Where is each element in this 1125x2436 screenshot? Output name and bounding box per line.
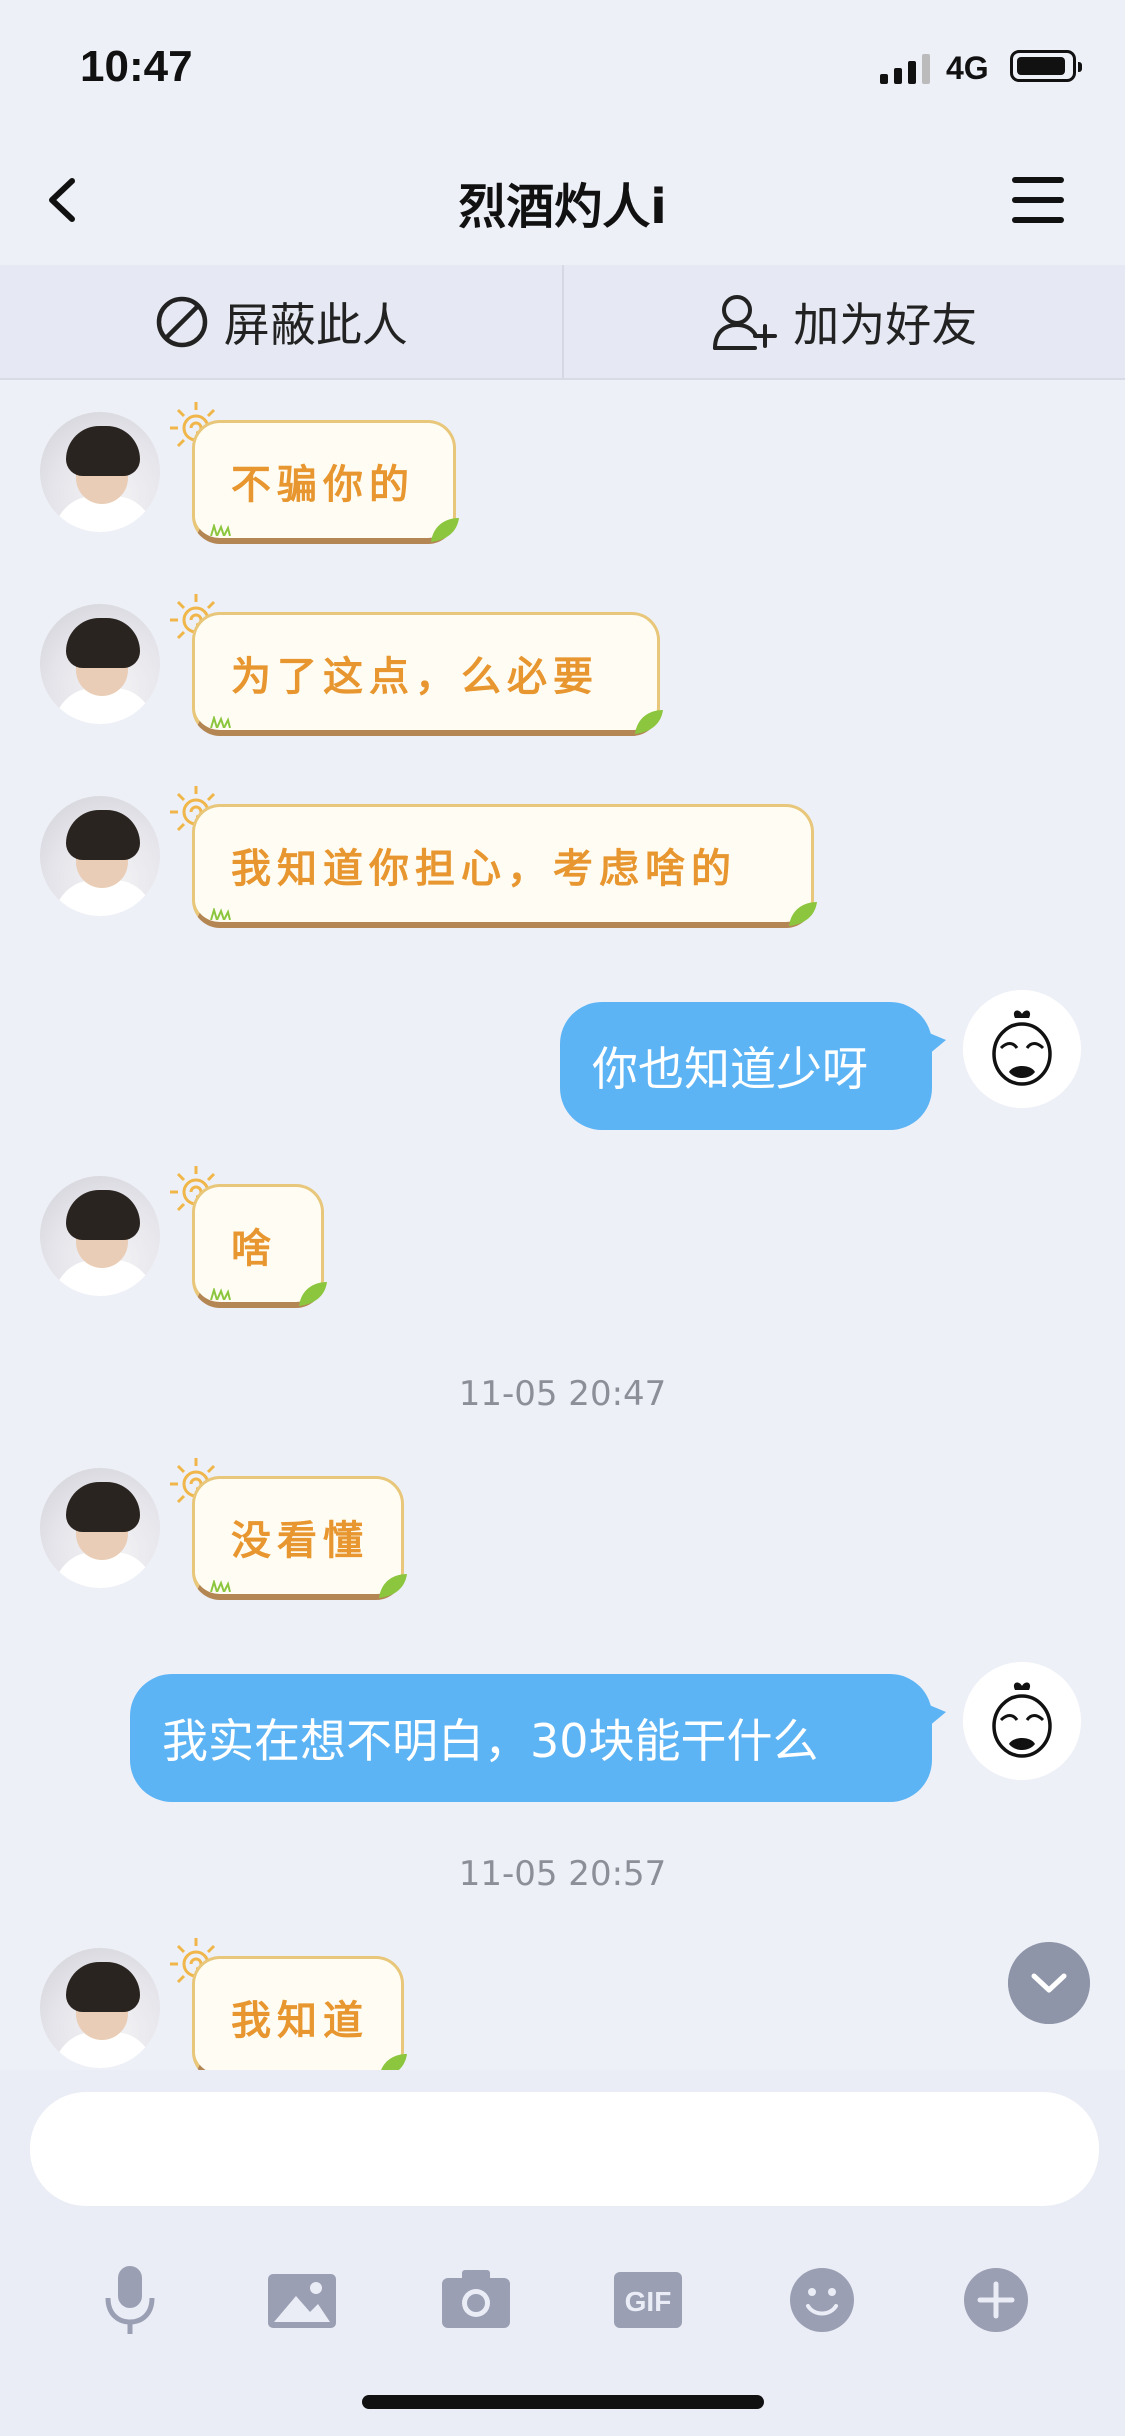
contact-avatar[interactable]: [40, 1176, 160, 1296]
contact-avatar[interactable]: [40, 796, 160, 916]
grass-icon: [210, 1580, 231, 1592]
contact-avatar[interactable]: [40, 1468, 160, 1588]
input-bar: GIF: [0, 2070, 1125, 2436]
camera-icon[interactable]: [436, 2260, 516, 2340]
contact-avatar[interactable]: [40, 604, 160, 724]
message-input[interactable]: [30, 2092, 1099, 2206]
message-text: 不骗你的: [231, 460, 415, 508]
message-bubble-received[interactable]: 我知道: [192, 1956, 407, 2070]
message-text: 你也知道少呀: [592, 1042, 868, 1096]
scroll-down-button[interactable]: [1008, 1942, 1090, 2024]
grass-icon: [210, 524, 231, 536]
toolbar: GIF: [0, 2260, 1125, 2350]
add-friend-label: 加为好友: [793, 297, 978, 352]
block-user-label: 屏蔽此人: [223, 297, 408, 352]
gif-icon[interactable]: GIF: [608, 2260, 688, 2340]
contact-avatar[interactable]: [40, 412, 160, 532]
leaf-icon: [379, 1574, 407, 1598]
add-friend-button[interactable]: 加为好友: [564, 265, 1125, 378]
svg-text:GIF: GIF: [625, 2286, 672, 2317]
mic-icon[interactable]: [90, 2260, 170, 2340]
message-text: 为了这点，么必要: [231, 652, 599, 700]
status-bar: 10:47 4G: [0, 0, 1125, 135]
leaf-icon: [431, 518, 459, 542]
message-bubble-sent[interactable]: 你也知道少呀: [560, 1002, 946, 1130]
message-text: 啥: [231, 1224, 277, 1272]
grass-icon: [210, 716, 231, 728]
battery-icon: [1010, 50, 1082, 82]
chat-header: 烈酒灼人i: [0, 135, 1125, 265]
image-icon[interactable]: [262, 2260, 342, 2340]
emoji-icon[interactable]: [782, 2260, 862, 2340]
leaf-icon: [789, 902, 817, 926]
signal-icon: [880, 52, 930, 84]
block-user-button[interactable]: 屏蔽此人: [0, 265, 564, 378]
contact-avatar[interactable]: [40, 1948, 160, 2068]
message-text: 没看懂: [231, 1516, 369, 1564]
message-bubble-received[interactable]: 我知道你担心，考虑啥的: [192, 804, 817, 928]
leaf-icon: [635, 710, 663, 734]
message-bubble-received[interactable]: 不骗你的: [192, 420, 459, 544]
message-list[interactable]: 不骗你的 为了这点，么必要 我知道你担心，考虑啥的 你也知道少呀 啥 11-05…: [0, 380, 1125, 2070]
message-bubble-received[interactable]: 为了这点，么必要: [192, 612, 663, 736]
home-indicator[interactable]: [362, 2395, 764, 2409]
message-text: 我知道: [231, 1996, 369, 2044]
my-avatar[interactable]: [963, 990, 1081, 1108]
plus-icon[interactable]: [956, 2260, 1036, 2340]
grass-icon: [210, 908, 231, 920]
status-time: 10:47: [80, 42, 193, 91]
message-bubble-received[interactable]: 没看懂: [192, 1476, 407, 1600]
grass-icon: [210, 1288, 231, 1300]
timestamp: 11-05 20:47: [458, 1374, 667, 1414]
timestamp: 11-05 20:57: [458, 1854, 667, 1894]
network-type: 4G: [946, 50, 989, 86]
message-text: 我实在想不明白，30块能干什么: [162, 1714, 819, 1768]
my-avatar[interactable]: [963, 1662, 1081, 1780]
add-friend-icon: [713, 294, 778, 350]
message-bubble-sent[interactable]: 我实在想不明白，30块能干什么: [130, 1674, 946, 1802]
leaf-icon: [299, 1282, 327, 1306]
action-bar: 屏蔽此人 加为好友: [0, 265, 1125, 380]
menu-icon[interactable]: [1012, 175, 1068, 225]
block-icon: [156, 296, 207, 347]
message-text: 我知道你担心，考虑啥的: [231, 844, 737, 892]
chat-title: 烈酒灼人i: [458, 179, 667, 235]
leaf-icon: [381, 2054, 407, 2070]
message-bubble-received[interactable]: 啥: [192, 1184, 327, 1308]
